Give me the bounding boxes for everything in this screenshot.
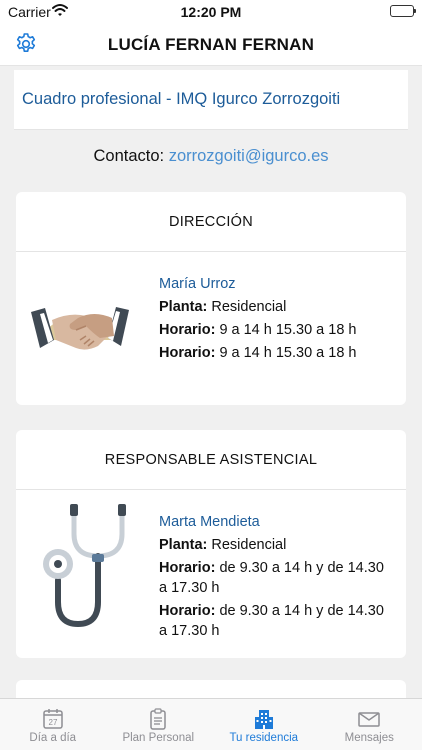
horario-row: Horario: 9 a 14 h 15.30 a 18 h: [159, 320, 394, 340]
tab-tu-residencia[interactable]: Tu residencia: [211, 699, 317, 750]
calendar-day: 27: [48, 718, 57, 727]
horario-value: 9 a 14 h 15.30 a 18 h: [219, 345, 357, 361]
center-name: Cuadro profesional - IMQ Igurco Zorrozgo…: [22, 90, 341, 108]
tab-mensajes[interactable]: Mensajes: [317, 699, 422, 750]
tab-label: Mensajes: [344, 732, 394, 744]
staff-card: RESPONSABLE ASISTENCIAL Marta Mendieta P…: [16, 430, 406, 658]
stethoscope-icon: [34, 502, 134, 637]
contact-line: Contacto: zorrozgoiti@igurco.es: [0, 147, 422, 173]
tab-label: Día a día: [29, 732, 77, 744]
tab-dia-a-dia[interactable]: 27 Día a día: [0, 699, 106, 750]
tab-label: Tu residencia: [229, 732, 299, 744]
envelope-icon: [357, 708, 381, 730]
contact-email-link[interactable]: zorrozgoiti@igurco.es: [169, 147, 329, 165]
horario-label: Horario:: [159, 560, 216, 576]
staff-card: DIRECCIÓN María Urroz Planta: Residencia…: [16, 192, 406, 405]
status-bar: Carrier 12:20 PM: [0, 0, 422, 24]
horario-row: Horario: de 9.30 a 14 h y de 14.30 a 17.…: [159, 601, 394, 641]
planta-label: Planta:: [159, 299, 208, 315]
status-time: 12:20 PM: [180, 4, 242, 20]
planta-label: Planta:: [159, 537, 208, 553]
calendar-icon: 27: [42, 708, 64, 730]
contact-label: Contacto:: [93, 147, 165, 165]
staff-card-partial: [16, 680, 406, 698]
horario-label: Horario:: [159, 603, 216, 619]
nav-bar: LUCÍA FERNAN FERNAN: [0, 24, 422, 66]
staff-name[interactable]: María Urroz: [159, 274, 394, 294]
tab-plan-personal[interactable]: Plan Personal: [106, 699, 212, 750]
horario-label: Horario:: [159, 345, 216, 361]
handshake-icon: [28, 288, 133, 379]
tab-label: Plan Personal: [122, 732, 195, 744]
staff-name[interactable]: Marta Mendieta: [159, 512, 394, 532]
main-content: Cuadro profesional - IMQ Igurco Zorrozgo…: [0, 66, 422, 698]
planta-value: Residencial: [211, 299, 287, 315]
horario-value: 9 a 14 h 15.30 a 18 h: [219, 322, 357, 338]
horario-row: Horario: de 9.30 a 14 h y de 14.30 a 17.…: [159, 558, 394, 598]
battery-icon: [390, 5, 416, 17]
planta-row: Planta: Residencial: [159, 297, 394, 317]
card-header: DIRECCIÓN: [16, 192, 406, 252]
clipboard-icon: [147, 708, 169, 730]
planta-value: Residencial: [211, 537, 287, 553]
horario-row: Horario: 9 a 14 h 15.30 a 18 h: [159, 343, 394, 363]
card-header: RESPONSABLE ASISTENCIAL: [16, 430, 406, 490]
tab-bar: 27 Día a día Plan Personal Tu residencia…: [0, 698, 422, 750]
page-title: LUCÍA FERNAN FERNAN: [107, 35, 315, 54]
planta-row: Planta: Residencial: [159, 535, 394, 555]
center-selector[interactable]: Cuadro profesional - IMQ Igurco Zorrozgo…: [14, 70, 408, 130]
building-icon: [253, 708, 275, 730]
horario-label: Horario:: [159, 322, 216, 338]
